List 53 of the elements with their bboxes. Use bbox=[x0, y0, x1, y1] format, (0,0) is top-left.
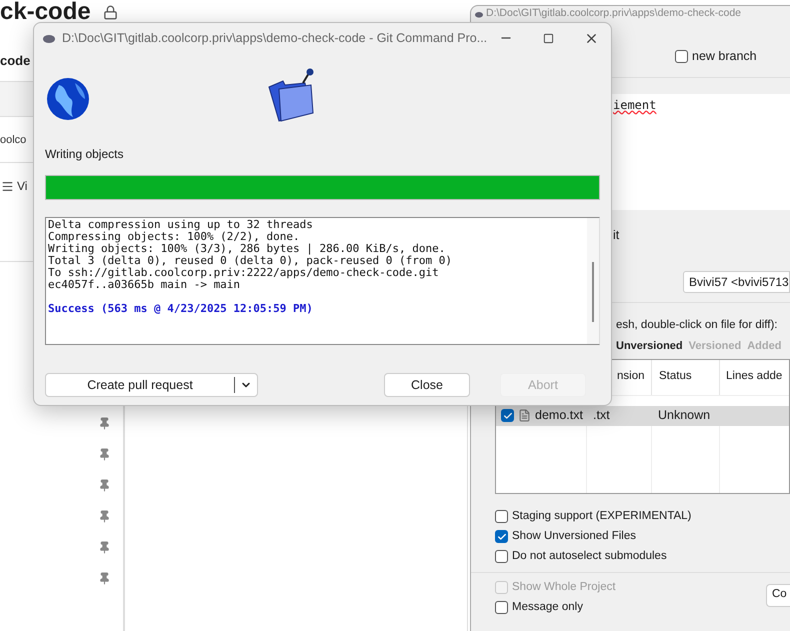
section-label: it bbox=[612, 227, 620, 244]
file-extension: .txt bbox=[592, 407, 611, 424]
success-line: Success (563 ms @ 4/23/2025 12:05:59 PM) bbox=[48, 303, 314, 315]
option-label: Show Unversioned Files bbox=[512, 528, 636, 544]
maximize-icon[interactable] bbox=[543, 32, 554, 44]
author-field[interactable]: Bvivi57 <bvivi5713 bbox=[683, 270, 790, 293]
files-hint: esh, double-click on file for diff): bbox=[615, 318, 779, 333]
dialog-button[interactable]: Close bbox=[384, 373, 470, 397]
pin-icon[interactable] bbox=[98, 541, 111, 554]
pin-icon[interactable] bbox=[98, 417, 111, 430]
log-line: ec4057f..a03665b main -> main bbox=[48, 279, 240, 291]
option-label: Message only bbox=[512, 600, 583, 615]
pull-request-button[interactable]: Create pull request bbox=[45, 373, 258, 397]
project-title: ck-code bbox=[0, 0, 91, 24]
lock-icon bbox=[102, 4, 118, 20]
log-line: Delta compression using up to 32 threads bbox=[48, 219, 314, 231]
log-line: To ssh://gitlab.coolcorp.priv:2222/apps/demo-check-code.git bbox=[48, 267, 440, 279]
file-icon bbox=[518, 409, 531, 422]
column-header[interactable]: Status bbox=[652, 360, 720, 394]
menu-icon[interactable] bbox=[1, 180, 14, 192]
checkbox[interactable] bbox=[495, 550, 508, 563]
pin-icon[interactable] bbox=[98, 448, 111, 461]
pin-icon[interactable] bbox=[98, 510, 111, 523]
scrollbar-thumb[interactable] bbox=[592, 262, 594, 322]
progress-status: Writing objects bbox=[45, 146, 124, 163]
file-row[interactable]: demo.txt .txt Unknown bbox=[496, 406, 789, 426]
checkbox[interactable] bbox=[495, 530, 508, 543]
pin-icon[interactable] bbox=[98, 572, 111, 585]
file-status: Unknown bbox=[657, 407, 712, 424]
column-header[interactable]: Lines adde bbox=[720, 360, 789, 394]
globe-icon bbox=[45, 77, 91, 123]
checkbox[interactable] bbox=[675, 50, 688, 63]
file-name: demo.txt bbox=[535, 407, 583, 424]
view-label: Vi bbox=[17, 178, 28, 195]
checkbox[interactable] bbox=[495, 510, 508, 523]
checkbox[interactable] bbox=[501, 409, 514, 422]
window-title: D:\Doc\GIT\gitlab.coolcorp.priv\apps\demo-check-code - Git Command Pro... bbox=[62, 30, 488, 47]
checkbox-label: new branch bbox=[692, 48, 757, 66]
checkbox[interactable] bbox=[495, 601, 508, 614]
pin-icon[interactable] bbox=[98, 479, 111, 492]
check-icon bbox=[502, 410, 512, 420]
log-line: Writing objects: 100% (3/3), 286 bytes | 286.00 KiB/s, done. bbox=[48, 243, 446, 255]
window-title: D:\Doc\GIT\gitlab.coolcorp.priv\apps\demo-check-code bbox=[486, 6, 742, 22]
project-name: code bbox=[0, 54, 31, 67]
option-label: Staging support (EXPERIMENTAL) bbox=[512, 508, 692, 524]
option-label: Show Whole Project bbox=[512, 580, 616, 595]
option-label: Do not autoselect submodules bbox=[512, 548, 667, 564]
check-icon bbox=[496, 532, 506, 542]
log-line: Compressing objects: 100% (2/2), done. bbox=[48, 231, 301, 243]
file-filter[interactable]: Unversioned bbox=[616, 338, 683, 354]
commit-button[interactable]: Co bbox=[766, 584, 790, 606]
log-line: Total 3 (delta 0), reused 0 (delta 0), pack-reused 0 (from 0) bbox=[48, 255, 452, 267]
group-name: oolco bbox=[0, 135, 28, 146]
